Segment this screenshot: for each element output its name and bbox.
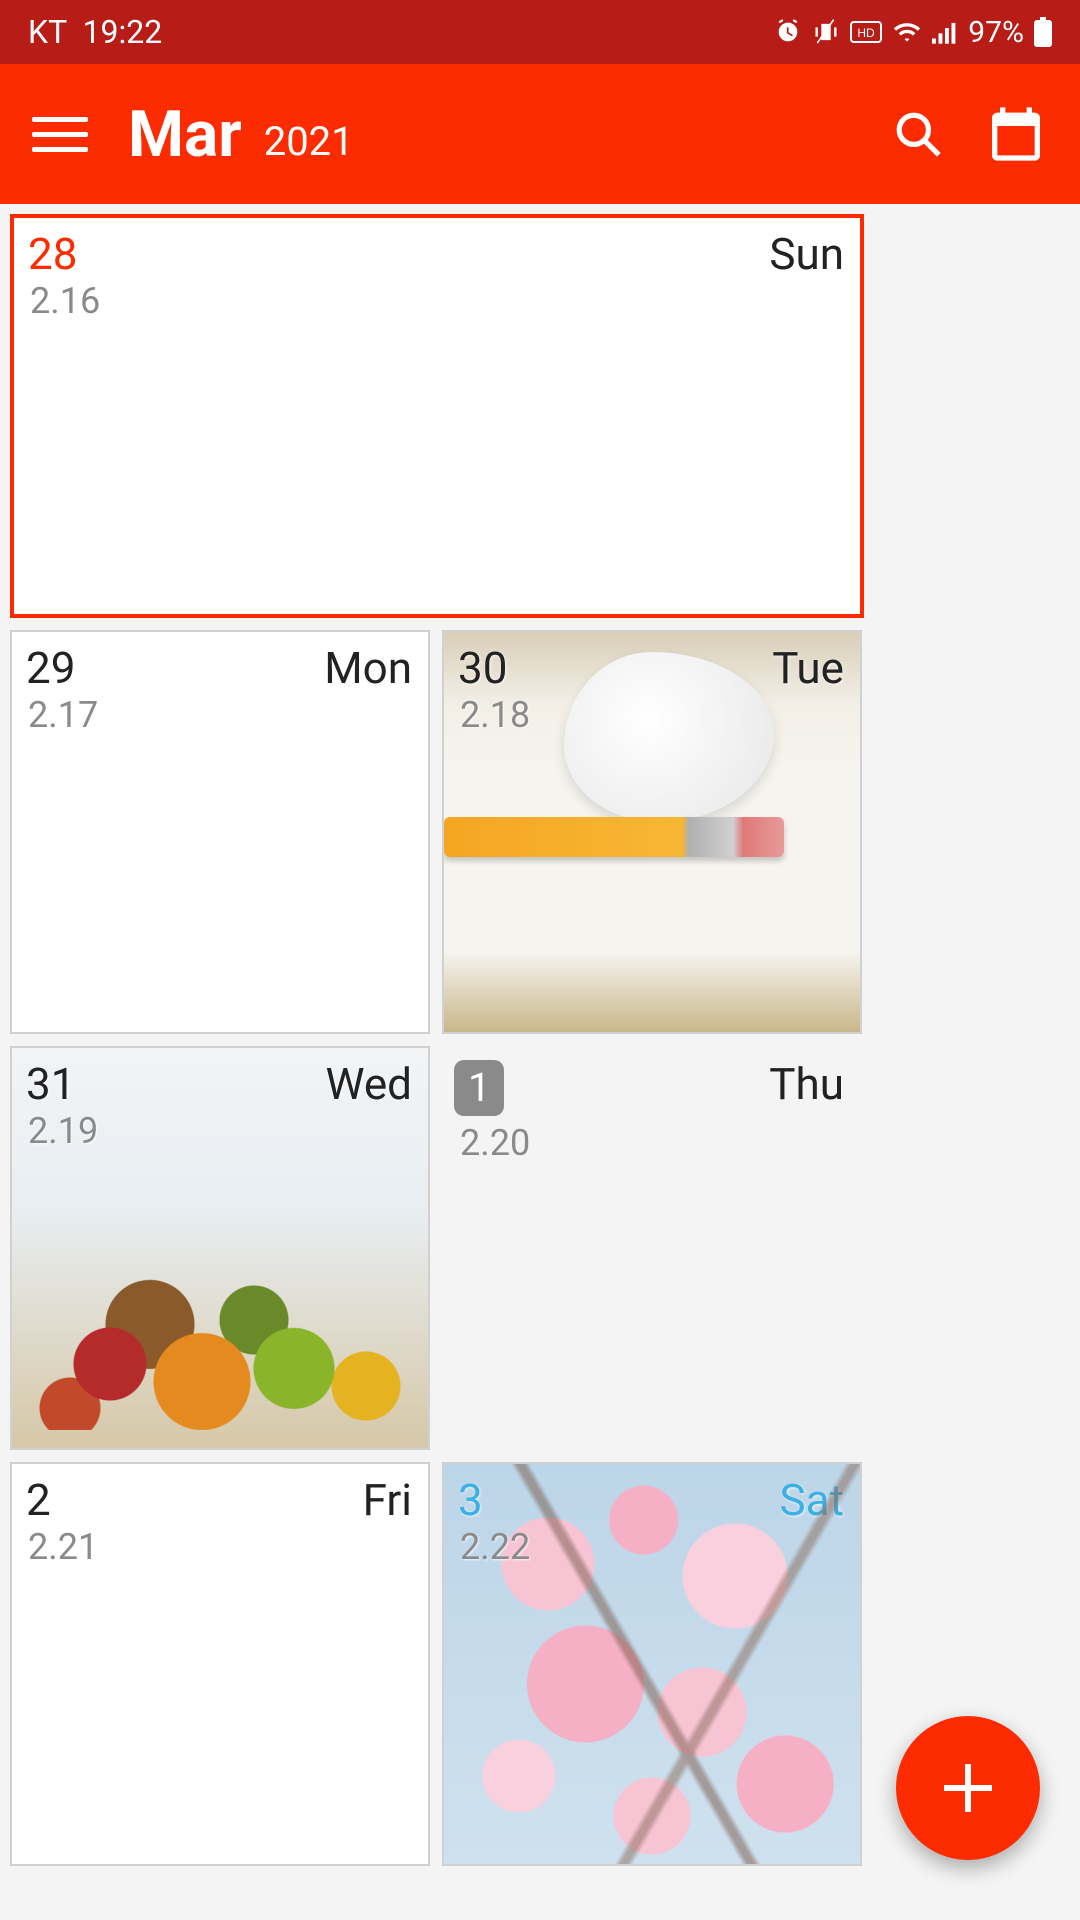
hd-icon: HD [850,21,882,43]
calendar-grid: 28 Sun 2.16 29 Mon 2.17 30 Tue 2.18 31 W… [0,204,1080,1866]
alarm-icon [774,18,802,46]
day-of-week: Fri [363,1474,412,1526]
clock-label: 19:22 [82,13,162,51]
day-of-week: Wed [325,1058,412,1110]
day-cell-2[interactable]: 2 Fri 2.21 [10,1462,430,1866]
battery-icon [1034,17,1052,47]
status-carrier-time: KT 19:22 [28,13,162,51]
search-button[interactable] [890,106,946,162]
add-event-button[interactable] [896,1716,1040,1860]
day-date: 28 [28,228,77,280]
status-tray: HD 97% [774,15,1052,50]
app-header: Mar 2021 1 [0,64,1080,204]
battery-percent: 97% [968,15,1024,50]
day-of-week: Thu [769,1058,844,1110]
status-bar: KT 19:22 HD 97% [0,0,1080,64]
day-sub: 2.19 [28,1110,98,1152]
day-date: 29 [26,642,75,694]
today-button[interactable]: 1 [984,102,1048,166]
day-date: 30 [458,642,507,694]
day-cell-1[interactable]: 1 Thu 2.20 [442,1046,862,1450]
vibrate-icon [812,18,840,46]
day-date: 2 [26,1474,51,1526]
day-cell-31[interactable]: 31 Wed 2.19 [10,1046,430,1450]
menu-button[interactable] [32,106,88,162]
wifi-icon [892,20,922,44]
svg-text:HD: HD [858,26,876,40]
day-sub: 2.17 [28,694,98,736]
day-sub: 2.18 [460,694,530,736]
day-cell-28[interactable]: 28 Sun 2.16 [10,214,864,618]
plus-icon [944,1764,992,1812]
day-date: 31 [26,1058,75,1110]
day-of-week: Mon [324,642,412,694]
header-year[interactable]: 2021 [264,118,354,165]
day-date: 3 [458,1474,483,1526]
day-date: 1 [454,1060,504,1116]
day-sub: 2.21 [28,1526,98,1568]
day-sub: 2.20 [460,1122,530,1164]
day-of-week: Sat [780,1474,844,1526]
signal-icon [932,20,958,44]
day-cell-30[interactable]: 30 Tue 2.18 [442,630,862,1034]
day-sub: 2.22 [460,1526,530,1568]
day-of-week: Tue [772,642,844,694]
header-month[interactable]: Mar [128,97,242,172]
today-date-badge: 1 [984,130,1048,160]
carrier-label: KT [28,13,67,51]
day-sub: 2.16 [30,280,100,322]
day-cell-3[interactable]: 3 Sat 2.22 [442,1462,862,1866]
day-of-week: Sun [769,228,844,280]
day-cell-29[interactable]: 29 Mon 2.17 [10,630,430,1034]
